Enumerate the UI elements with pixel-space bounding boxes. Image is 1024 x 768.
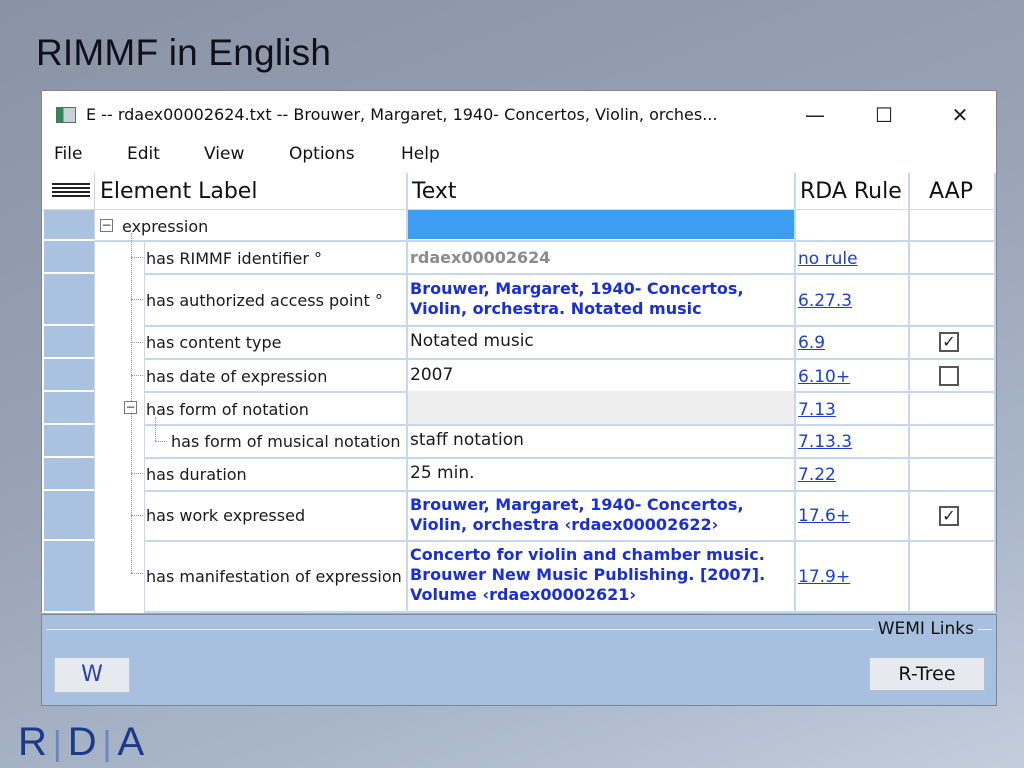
- text-rimmf-identifier[interactable]: rdaex00002624: [410, 248, 790, 267]
- w-button[interactable]: W: [54, 657, 130, 693]
- header-corner[interactable]: [44, 173, 94, 210]
- rule-link[interactable]: 7.22: [798, 465, 836, 485]
- label-duration[interactable]: has duration: [146, 465, 247, 484]
- r-tree-button[interactable]: R-Tree: [869, 657, 985, 691]
- text-authorized-access-point[interactable]: Brouwer, Margaret, 1940- Concertos, Viol…: [410, 279, 780, 319]
- text-content-type[interactable]: Notated music: [410, 331, 790, 351]
- aap-checkbox-unchecked[interactable]: [939, 366, 959, 386]
- readonly-text-cell: [408, 391, 794, 424]
- label-content-type[interactable]: has content type: [146, 333, 281, 352]
- text-date-of-expression[interactable]: 2007: [410, 365, 790, 385]
- row-header[interactable]: [44, 541, 94, 613]
- label-rimmf-identifier[interactable]: has RIMMF identifier °: [146, 249, 322, 268]
- close-button[interactable]: ✕: [942, 99, 978, 131]
- rule-link[interactable]: 6.10+: [798, 367, 850, 387]
- menu-file[interactable]: File: [54, 144, 82, 164]
- wemi-links-panel: WEMI Links W R-Tree: [41, 614, 997, 706]
- label-expression[interactable]: expression: [122, 217, 208, 236]
- menu-bar: File Edit View Options Help: [42, 139, 996, 171]
- column-header-text[interactable]: Text: [412, 179, 457, 204]
- rda-logo: R|D|A: [18, 720, 151, 764]
- maximize-button[interactable]: ☐: [866, 99, 902, 131]
- column-header-rda-rule[interactable]: RDA Rule: [800, 179, 902, 204]
- rule-link[interactable]: 7.13: [798, 400, 836, 420]
- label-form-of-musical-notation[interactable]: has form of musical notation: [171, 432, 401, 451]
- app-icon: [56, 107, 76, 123]
- row-header[interactable]: [44, 210, 94, 269]
- rule-link[interactable]: 17.6+: [798, 506, 850, 526]
- rule-link[interactable]: no rule: [798, 249, 858, 269]
- label-authorized-access-point[interactable]: has authorized access point °: [146, 291, 383, 310]
- menu-view[interactable]: View: [204, 144, 244, 164]
- element-grid: Element Label Text RDA Rule AAP − − expr…: [42, 173, 996, 613]
- title-bar: E -- rdaex00002624.txt -- Brouwer, Marga…: [42, 91, 996, 139]
- row-header[interactable]: [44, 241, 94, 274]
- label-form-of-notation[interactable]: has form of notation: [146, 400, 309, 419]
- row-header[interactable]: [44, 491, 94, 541]
- row-header[interactable]: [44, 425, 94, 458]
- label-date-of-expression[interactable]: has date of expression: [146, 367, 327, 386]
- wemi-links-label: WEMI Links: [873, 619, 978, 639]
- collapse-form-of-notation-icon[interactable]: −: [124, 401, 137, 414]
- row-header[interactable]: [44, 359, 94, 392]
- row-header[interactable]: [44, 274, 94, 326]
- window-title: E -- rdaex00002624.txt -- Brouwer, Marga…: [86, 105, 718, 124]
- minimize-button[interactable]: —: [797, 99, 833, 131]
- text-form-of-musical-notation[interactable]: staff notation: [410, 430, 790, 450]
- text-manifestation-of-expression[interactable]: Concerto for violin and chamber music. B…: [410, 545, 788, 605]
- column-header-element-label[interactable]: Element Label: [100, 179, 257, 204]
- rule-link[interactable]: 6.27.3: [798, 291, 852, 311]
- aap-checkbox-checked[interactable]: ✓: [939, 332, 959, 352]
- rule-link[interactable]: 6.9: [798, 333, 825, 353]
- column-header-aap[interactable]: AAP: [929, 179, 973, 204]
- menu-options[interactable]: Options: [289, 144, 355, 164]
- aap-checkbox-checked[interactable]: ✓: [939, 506, 959, 526]
- slide-title: RIMMF in English: [36, 32, 332, 73]
- selected-text-cell[interactable]: [408, 210, 794, 239]
- label-work-expressed[interactable]: has work expressed: [146, 506, 305, 525]
- collapse-expression-icon[interactable]: −: [100, 219, 113, 232]
- menu-edit[interactable]: Edit: [127, 144, 160, 164]
- rule-link[interactable]: 7.13.3: [798, 432, 852, 452]
- label-manifestation-of-expression[interactable]: has manifestation of expression: [146, 567, 402, 586]
- text-duration[interactable]: 25 min.: [410, 463, 790, 483]
- row-header[interactable]: [44, 392, 94, 425]
- text-work-expressed[interactable]: Brouwer, Margaret, 1940- Concertos, Viol…: [410, 495, 780, 535]
- rows-menu-icon: [52, 183, 90, 197]
- row-header[interactable]: [44, 326, 94, 359]
- rimmf-window: E -- rdaex00002624.txt -- Brouwer, Marga…: [41, 90, 997, 613]
- menu-help[interactable]: Help: [401, 144, 440, 164]
- rule-link[interactable]: 17.9+: [798, 567, 850, 587]
- row-header[interactable]: [44, 458, 94, 491]
